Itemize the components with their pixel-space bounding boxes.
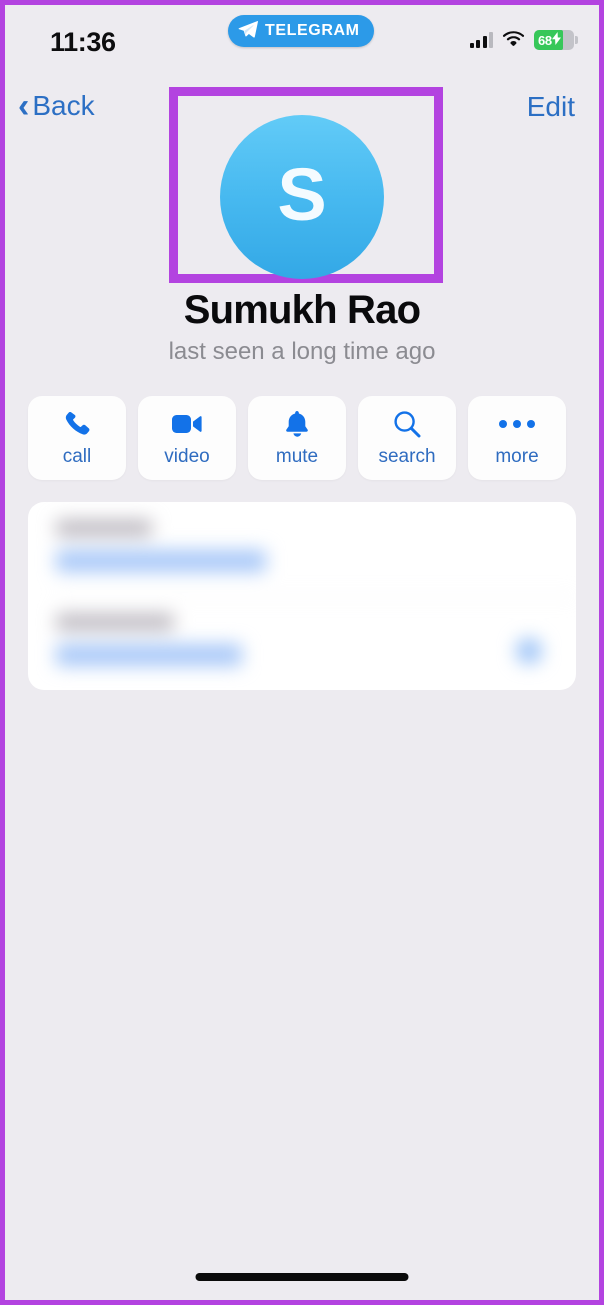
mute-button[interactable]: mute — [248, 396, 346, 480]
call-button-label: call — [62, 445, 92, 467]
ellipsis-icon — [499, 409, 535, 439]
blurred-content — [28, 502, 576, 690]
lightning-bolt-icon — [551, 32, 561, 48]
info-row-value-redacted — [56, 644, 242, 666]
avatar-initial: S — [277, 153, 327, 236]
telegram-paper-plane-icon — [238, 20, 258, 43]
telegram-app-pill[interactable]: TELEGRAM — [228, 15, 374, 47]
info-row-label-redacted — [56, 520, 152, 536]
mute-button-label: mute — [275, 445, 319, 467]
status-bar-indicators: 68 — [469, 29, 578, 51]
action-buttons-row: call video mute search more — [28, 396, 576, 480]
contact-info-card[interactable] — [28, 502, 576, 690]
info-row[interactable] — [28, 596, 576, 690]
back-button[interactable]: ‹ Back — [18, 89, 95, 123]
back-button-label: Back — [32, 90, 95, 121]
info-row-value-redacted — [56, 550, 266, 572]
call-button[interactable]: call — [28, 396, 126, 480]
status-bar: 11:36 TELEGRAM 68 — [5, 5, 599, 77]
magnifier-icon — [393, 409, 421, 439]
video-button[interactable]: video — [138, 396, 236, 480]
phone-screen: 11:36 TELEGRAM 68 ‹ Back Edit S Sumukh R… — [0, 0, 604, 1305]
video-button-label: video — [164, 445, 210, 467]
wifi-icon — [502, 29, 525, 51]
info-row[interactable] — [28, 502, 576, 596]
phone-icon — [63, 409, 91, 439]
avatar[interactable]: S — [220, 115, 384, 279]
battery-icon: 68 — [534, 30, 578, 50]
status-bar-time: 11:36 — [50, 27, 116, 57]
cellular-signal-icon — [469, 32, 493, 48]
search-button[interactable]: search — [358, 396, 456, 480]
home-indicator[interactable] — [195, 1273, 409, 1281]
info-row-label-redacted — [56, 614, 174, 630]
chevron-left-icon: ‹ — [18, 87, 30, 125]
search-button-label: search — [378, 445, 436, 467]
profile-last-seen-status: last seen a long time ago — [168, 338, 436, 365]
info-row-trailing-dot — [516, 638, 542, 664]
bell-icon — [284, 409, 310, 439]
more-button-label: more — [495, 445, 539, 467]
edit-button[interactable]: Edit — [527, 91, 575, 123]
more-button[interactable]: more — [468, 396, 566, 480]
video-camera-icon — [172, 409, 202, 439]
profile-name: Sumukh Rao — [183, 288, 421, 332]
battery-percent: 68 — [538, 32, 552, 48]
telegram-app-label: TELEGRAM — [265, 22, 360, 39]
